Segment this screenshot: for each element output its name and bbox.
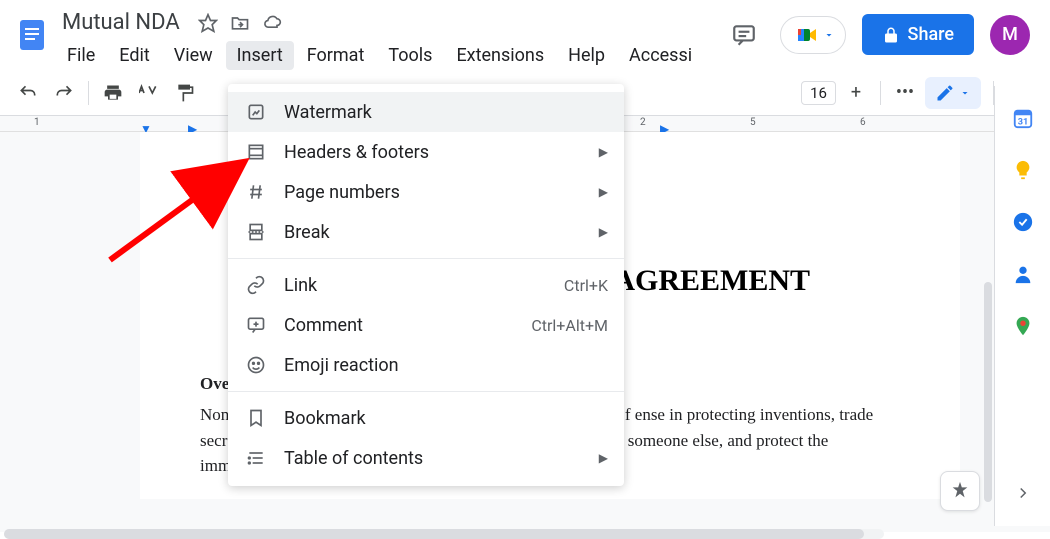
tasks-icon[interactable] bbox=[1011, 210, 1035, 234]
menu-accessibility[interactable]: Accessi bbox=[618, 41, 703, 70]
share-button[interactable]: Share bbox=[862, 14, 974, 55]
menu-separator bbox=[228, 258, 624, 259]
cloud-status-icon[interactable] bbox=[262, 13, 282, 33]
watermark-icon bbox=[244, 100, 268, 124]
comment-icon bbox=[244, 313, 268, 337]
menu-item-comment[interactable]: Comment Ctrl+Alt+M bbox=[228, 305, 624, 345]
menu-item-link[interactable]: Link Ctrl+K bbox=[228, 265, 624, 305]
ruler-mark: 2 bbox=[640, 117, 646, 128]
emoji-icon bbox=[244, 353, 268, 377]
docs-logo[interactable] bbox=[12, 8, 52, 62]
bookmark-icon bbox=[244, 406, 268, 430]
undo-icon[interactable] bbox=[12, 77, 44, 109]
calendar-icon[interactable]: 31 bbox=[1011, 106, 1035, 130]
menu-bar: File Edit View Insert Format Tools Exten… bbox=[56, 39, 724, 70]
more-toolbar-icon[interactable]: ••• bbox=[889, 77, 921, 109]
submenu-arrow-icon: ▶ bbox=[599, 451, 608, 465]
explore-button[interactable] bbox=[940, 471, 980, 511]
svg-text:31: 31 bbox=[1017, 117, 1028, 127]
ruler-mark: 6 bbox=[860, 117, 866, 128]
menu-format[interactable]: Format bbox=[296, 41, 376, 70]
font-size-increase-icon[interactable]: + bbox=[840, 77, 872, 109]
menu-label: Watermark bbox=[284, 102, 608, 123]
menu-insert[interactable]: Insert bbox=[226, 41, 294, 70]
menu-tools[interactable]: Tools bbox=[377, 41, 443, 70]
menu-label: Link bbox=[284, 275, 548, 296]
menu-separator bbox=[228, 391, 624, 392]
menu-label: Break bbox=[284, 222, 583, 243]
account-avatar[interactable]: M bbox=[990, 15, 1030, 55]
headers-icon bbox=[244, 140, 268, 164]
paint-format-icon[interactable] bbox=[169, 77, 201, 109]
menu-edit[interactable]: Edit bbox=[108, 41, 160, 70]
horizontal-scrollbar[interactable] bbox=[4, 529, 884, 539]
submenu-arrow-icon: ▶ bbox=[599, 145, 608, 159]
menu-label: Comment bbox=[284, 315, 515, 336]
font-size-input[interactable]: 16 bbox=[801, 81, 836, 105]
menu-shortcut: Ctrl+K bbox=[564, 276, 608, 295]
hide-panel-icon[interactable] bbox=[1014, 484, 1032, 506]
menu-help[interactable]: Help bbox=[557, 41, 616, 70]
redo-icon[interactable] bbox=[48, 77, 80, 109]
side-panel: 31 bbox=[994, 86, 1050, 526]
star-icon[interactable] bbox=[198, 13, 218, 33]
share-label: Share bbox=[908, 24, 954, 45]
menu-item-headers-footers[interactable]: Headers & footers ▶ bbox=[228, 132, 624, 172]
comments-history-icon[interactable] bbox=[724, 15, 764, 55]
editing-mode-button[interactable] bbox=[925, 77, 981, 109]
menu-shortcut: Ctrl+Alt+M bbox=[531, 316, 608, 335]
submenu-arrow-icon: ▶ bbox=[599, 185, 608, 199]
move-icon[interactable] bbox=[230, 13, 250, 33]
menu-item-watermark[interactable]: Watermark bbox=[228, 92, 624, 132]
menu-item-page-numbers[interactable]: Page numbers ▶ bbox=[228, 172, 624, 212]
ruler-mark: 5 bbox=[750, 117, 756, 128]
menu-item-emoji-reaction[interactable]: Emoji reaction bbox=[228, 345, 624, 385]
contacts-icon[interactable] bbox=[1011, 262, 1035, 286]
ruler-mark: 1 bbox=[34, 117, 40, 128]
insert-menu-dropdown: Watermark Headers & footers ▶ Page numbe… bbox=[228, 84, 624, 486]
menu-item-bookmark[interactable]: Bookmark bbox=[228, 398, 624, 438]
keep-icon[interactable] bbox=[1011, 158, 1035, 182]
vertical-scrollbar[interactable] bbox=[984, 282, 992, 502]
link-icon bbox=[244, 273, 268, 297]
doc-heading[interactable]: AGREEMENT bbox=[613, 264, 900, 298]
submenu-arrow-icon: ▶ bbox=[599, 225, 608, 239]
menu-label: Bookmark bbox=[284, 408, 608, 429]
print-icon[interactable] bbox=[97, 77, 129, 109]
document-title[interactable]: Mutual NDA bbox=[56, 8, 186, 37]
meet-button[interactable] bbox=[780, 16, 846, 54]
menu-item-table-of-contents[interactable]: Table of contents ▶ bbox=[228, 438, 624, 478]
break-icon bbox=[244, 220, 268, 244]
toc-icon bbox=[244, 446, 268, 470]
menu-extensions[interactable]: Extensions bbox=[445, 41, 555, 70]
menu-file[interactable]: File bbox=[56, 41, 106, 70]
menu-item-break[interactable]: Break ▶ bbox=[228, 212, 624, 252]
pagenum-icon bbox=[244, 180, 268, 204]
menu-label: Emoji reaction bbox=[284, 355, 608, 376]
menu-label: Page numbers bbox=[284, 182, 583, 203]
menu-label: Headers & footers bbox=[284, 142, 583, 163]
menu-view[interactable]: View bbox=[163, 41, 224, 70]
maps-icon[interactable] bbox=[1011, 314, 1035, 338]
spellcheck-icon[interactable] bbox=[133, 77, 165, 109]
menu-label: Table of contents bbox=[284, 448, 583, 469]
